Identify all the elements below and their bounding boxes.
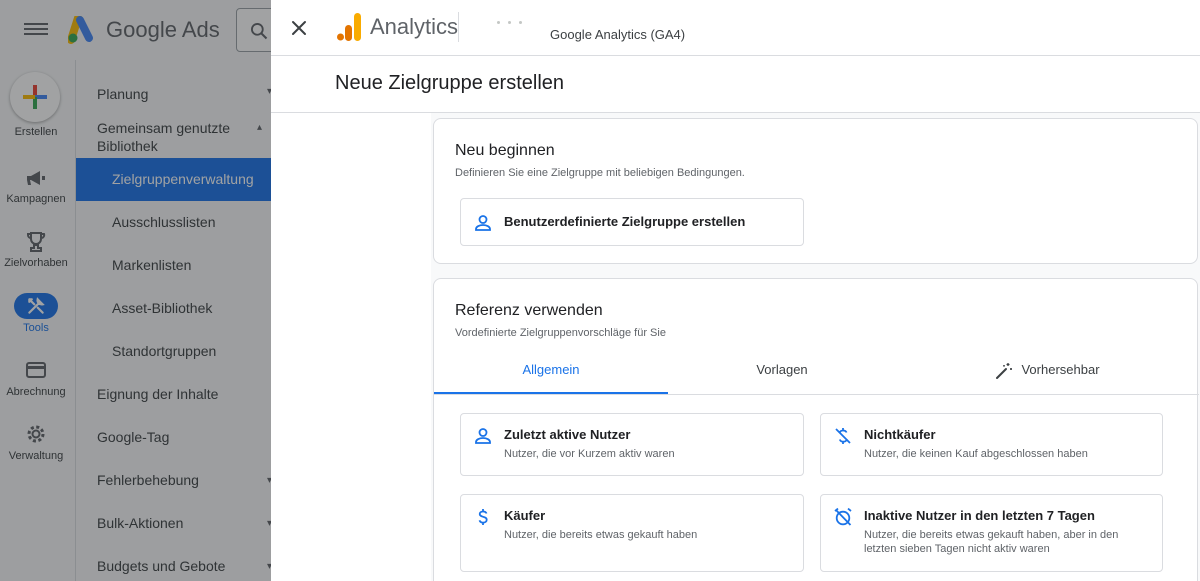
alarm-off-icon	[834, 507, 852, 526]
tab-label: Vorlagen	[756, 362, 808, 377]
header-divider	[458, 12, 459, 42]
tab-templates[interactable]: Vorlagen	[668, 345, 896, 395]
dollar-icon	[478, 509, 488, 525]
option-non-purchasers[interactable]: Nichtkäufer Nutzer, die keinen Kauf abge…	[820, 413, 1163, 476]
option-description: Nutzer, die keinen Kauf abgeschlossen ha…	[864, 448, 1088, 460]
option-inactive-7-days[interactable]: Inaktive Nutzer in den letzten 7 Tagen N…	[820, 494, 1163, 572]
tab-label: Allgemein	[522, 362, 580, 377]
reference-description: Vordefinierte Zielgruppenvorschläge für …	[455, 327, 666, 339]
reference-card: Referenz verwenden Vordefinierte Zielgru…	[433, 278, 1199, 581]
option-title: Nichtkäufer	[864, 427, 936, 442]
analytics-logo-icon	[337, 13, 361, 41]
start-new-card: Neu beginnen Definieren Sie eine Zielgru…	[433, 118, 1198, 264]
option-title: Käufer	[504, 508, 546, 523]
option-purchasers[interactable]: Käufer Nutzer, die bereits etwas gekauft…	[460, 494, 804, 572]
custom-audience-label: Benutzerdefinierte Zielgruppe erstellen	[504, 214, 746, 229]
option-description: Nutzer, die vor Kurzem aktiv waren	[504, 448, 675, 460]
ga-header: Analytics Google Analytics (GA4)	[271, 0, 1200, 56]
option-recently-active-users[interactable]: Zuletzt aktive Nutzer Nutzer, die vor Ku…	[460, 413, 804, 476]
magic-wand-icon	[996, 362, 1013, 379]
option-description: Nutzer, die bereits etwas gekauft haben	[504, 529, 698, 541]
panel-content: Neu beginnen Definieren Sie eine Zielgru…	[271, 113, 1200, 581]
close-icon[interactable]	[285, 14, 313, 42]
create-audience-panel: Analytics Google Analytics (GA4) Neue Zi…	[271, 0, 1200, 581]
person-icon	[475, 215, 491, 231]
tab-label: Vorhersehbar	[1021, 362, 1100, 377]
person-icon	[475, 428, 491, 444]
content-left-gutter	[271, 113, 431, 581]
custom-audience-button[interactable]: Benutzerdefinierte Zielgruppe erstellen	[460, 198, 804, 246]
start-new-description: Definieren Sie eine Zielgruppe mit belie…	[455, 167, 745, 179]
option-title: Zuletzt aktive Nutzer	[504, 427, 631, 442]
reference-title: Referenz verwenden	[455, 302, 603, 319]
tab-general[interactable]: Allgemein	[434, 345, 668, 395]
option-description: Nutzer, die bereits etwas gekauft haben,…	[864, 529, 1119, 555]
reference-tabs: Allgemein Vorlagen Vorhersehbar	[434, 345, 1199, 395]
money-off-icon	[835, 428, 851, 444]
tab-predictive[interactable]: Vorhersehbar	[896, 345, 1199, 395]
property-name[interactable]: Google Analytics (GA4)	[550, 27, 685, 42]
option-title: Inaktive Nutzer in den letzten 7 Tagen	[864, 508, 1095, 523]
analytics-app-name: Analytics	[370, 14, 459, 39]
page-title-bar: Neue Zielgruppe erstellen	[271, 56, 1200, 113]
account-placeholder	[497, 11, 537, 24]
start-new-title: Neu beginnen	[455, 142, 555, 159]
active-tab-indicator	[434, 392, 668, 394]
page-title: Neue Zielgruppe erstellen	[335, 72, 565, 94]
